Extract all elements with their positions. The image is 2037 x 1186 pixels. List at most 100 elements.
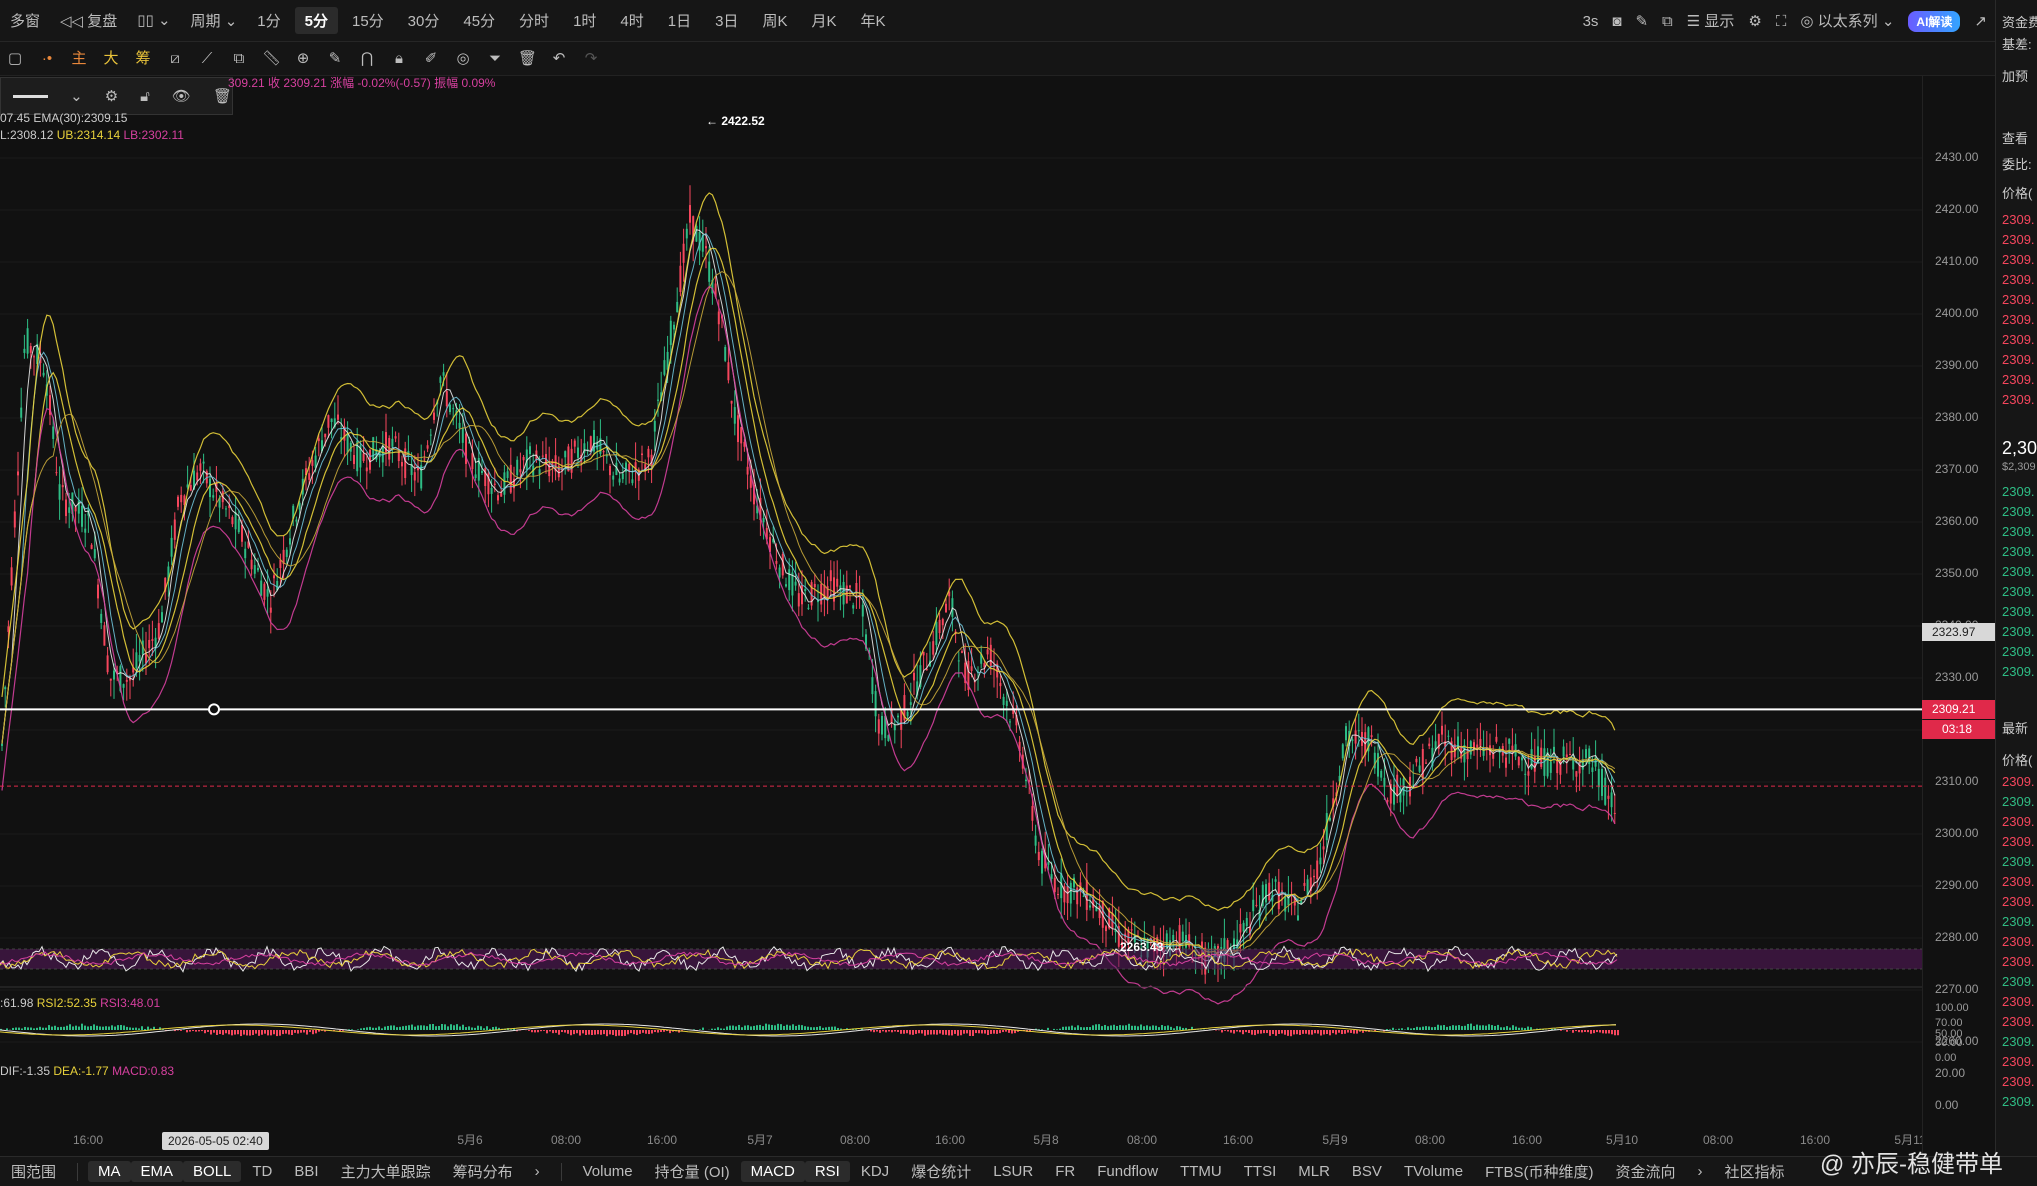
period-tab[interactable]: 5分 xyxy=(294,7,338,34)
main-indicator-tab[interactable]: 筹码分布 xyxy=(442,1161,524,1182)
hide-icon[interactable]: ◎ xyxy=(454,51,472,66)
chevron-right-icon[interactable]: › xyxy=(1686,1163,1713,1180)
zoom-icon[interactable]: ⊕ xyxy=(294,51,312,66)
macd-bar xyxy=(759,1024,761,1030)
filter-icon[interactable]: ⏷ xyxy=(486,51,504,66)
magnet-icon[interactable]: ⋂ xyxy=(358,51,376,66)
period-tab[interactable]: 月K xyxy=(801,7,846,34)
eye-icon[interactable]: 👁︎ xyxy=(172,89,191,104)
candle-body xyxy=(717,311,720,325)
period-tab[interactable]: 年K xyxy=(850,7,895,34)
period-tab[interactable]: 1时 xyxy=(563,7,606,34)
main-indicator-tab[interactable]: 主力大单跟踪 xyxy=(330,1161,442,1182)
lock-icon[interactable]: 🔒︎ xyxy=(390,51,408,66)
redo-icon[interactable]: ↷ xyxy=(582,51,600,66)
range-dropdown[interactable]: 围范围 xyxy=(0,1161,67,1182)
macd-bar xyxy=(381,1028,383,1030)
main-indicator-tab[interactable]: BBI xyxy=(283,1163,329,1180)
pen-icon[interactable]: ✎ xyxy=(1635,14,1648,29)
sub-indicator-tab[interactable]: RSI xyxy=(804,1161,850,1182)
display-button[interactable]: ☰ 显示 xyxy=(1687,14,1735,29)
rectangle-icon[interactable]: ▢ xyxy=(6,51,24,66)
period-tab[interactable]: 1日 xyxy=(658,7,701,34)
macd-bar xyxy=(882,1030,884,1032)
main-indicator-tab[interactable]: EMA xyxy=(130,1161,184,1182)
price-axis[interactable]: 2430.00 2420.00 2410.00 2400.00 2390.00 2380.… xyxy=(1922,76,1995,1156)
candle-body xyxy=(922,651,925,656)
settings-icon[interactable]: ⚙ xyxy=(105,89,118,104)
macd-bar xyxy=(402,1026,404,1030)
sub-indicator-tab[interactable]: Volume xyxy=(572,1163,644,1180)
sub-indicator-tab[interactable]: LSUR xyxy=(982,1163,1044,1180)
candle-body xyxy=(1322,846,1325,850)
settings-icon[interactable]: ⚙ xyxy=(1748,14,1761,29)
macd-bar xyxy=(36,1027,38,1030)
kline-chart[interactable]: 16:00 5月6 08:00 16:00 5月7 08:00 16:00 5月8 08:00 1… xyxy=(0,76,1926,1156)
period-tab[interactable]: 30分 xyxy=(398,7,450,34)
unlock-icon[interactable]: 🔓︎ xyxy=(140,89,150,104)
layout-dropdown[interactable]: ▯▯ ⌄ xyxy=(127,12,180,29)
chevron-right-icon[interactable]: › xyxy=(524,1163,551,1180)
period-tab[interactable]: 1分 xyxy=(247,7,290,34)
macd-bar xyxy=(1122,1025,1124,1030)
main-indicator-button[interactable]: 主 xyxy=(70,51,88,66)
sub-indicator-tab[interactable]: TTMU xyxy=(1169,1163,1233,1180)
period-tab[interactable]: 4时 xyxy=(610,7,653,34)
ai-interpret-button[interactable]: AI解读 xyxy=(1908,10,1961,32)
period-tab[interactable]: 3日 xyxy=(705,7,748,34)
macd-bar xyxy=(1182,1027,1184,1030)
sub-indicator-tab[interactable]: BSV xyxy=(1341,1163,1393,1180)
chip-button[interactable]: 筹 xyxy=(134,51,152,66)
sub-indicator-tab[interactable]: 持仓量 (OI) xyxy=(644,1161,741,1182)
multi-window-button[interactable]: 多窗 xyxy=(0,10,50,31)
main-indicator-tab[interactable]: TD xyxy=(241,1163,283,1180)
sub-indicator-tab[interactable]: 爆仓统计 xyxy=(900,1161,982,1182)
macd-bar xyxy=(921,1030,923,1034)
sub-indicator-tab[interactable]: FTBS(币种维度) xyxy=(1474,1161,1604,1182)
candle-body xyxy=(106,655,109,673)
brush-icon[interactable]: ✎ xyxy=(326,51,344,66)
edit-icon[interactable]: ✐ xyxy=(422,51,440,66)
fullscreen-icon[interactable]: ⛶ xyxy=(1776,14,1787,29)
ruler-icon[interactable]: 📏︎ xyxy=(262,51,281,66)
line-style-dropdown[interactable] xyxy=(13,94,49,98)
cycle-dropdown[interactable]: 周期 ⌄ xyxy=(181,10,248,31)
trend-line-icon[interactable]: ⟋ xyxy=(198,51,216,66)
candle-body xyxy=(1556,759,1559,774)
period-tab[interactable]: 分时 xyxy=(509,7,559,34)
macd-bar xyxy=(1416,1026,1418,1030)
sub-indicator-tab[interactable]: Fundflow xyxy=(1086,1163,1169,1180)
chart-area[interactable]: 16:00 5月6 08:00 16:00 5月7 08:00 16:00 5月8 08:00 1… xyxy=(0,76,1926,1156)
macd-bar xyxy=(549,1030,551,1032)
sub-indicator-tab[interactable]: FR xyxy=(1044,1163,1086,1180)
trash-icon[interactable]: 🗑︎ xyxy=(518,51,537,66)
main-indicator-tab[interactable]: BOLL xyxy=(183,1161,242,1182)
sub-indicator-tab[interactable]: TVolume xyxy=(1393,1163,1474,1180)
macd-bar xyxy=(285,1030,287,1034)
sub-indicator-tab[interactable]: TTSI xyxy=(1233,1163,1288,1180)
template-icon[interactable]: ⧉ xyxy=(1662,14,1673,29)
big-order-button[interactable]: 大 xyxy=(102,51,120,66)
macd-bar xyxy=(33,1028,35,1030)
share-icon[interactable]: ↗ xyxy=(1974,14,1987,29)
macd-bar xyxy=(543,1030,545,1031)
period-tab[interactable]: 15分 xyxy=(342,7,394,34)
refresh-interval[interactable]: 3s xyxy=(1583,14,1599,29)
sub-indicator-tab[interactable]: MACD xyxy=(740,1161,805,1182)
copy-icon[interactable]: ⧉ xyxy=(230,51,248,66)
compare-icon[interactable]: ⧄ xyxy=(166,51,184,66)
sub-indicator-tab[interactable]: KDJ xyxy=(850,1163,900,1180)
sub-indicator-tab[interactable]: 资金流向 xyxy=(1604,1161,1686,1182)
replay-button[interactable]: ◁◁ 复盘 xyxy=(50,10,127,31)
camera-icon[interactable]: ◙ xyxy=(1612,14,1621,29)
period-tab[interactable]: 45分 xyxy=(453,7,505,34)
series-dropdown[interactable]: ◎ 以太系列 ⌄ xyxy=(1800,14,1894,29)
chevron-down-icon[interactable]: ⌄ xyxy=(70,89,83,104)
period-tab[interactable]: 周K xyxy=(752,7,797,34)
undo-icon[interactable]: ↶ xyxy=(550,51,568,66)
macd-bar xyxy=(1599,1030,1601,1033)
community-indicator-button[interactable]: 社区指标 xyxy=(1713,1161,1795,1182)
sub-indicator-tab[interactable]: MLR xyxy=(1287,1163,1341,1180)
dot-line-icon[interactable]: ·• xyxy=(38,51,56,66)
main-indicator-tab[interactable]: MA xyxy=(88,1161,131,1182)
